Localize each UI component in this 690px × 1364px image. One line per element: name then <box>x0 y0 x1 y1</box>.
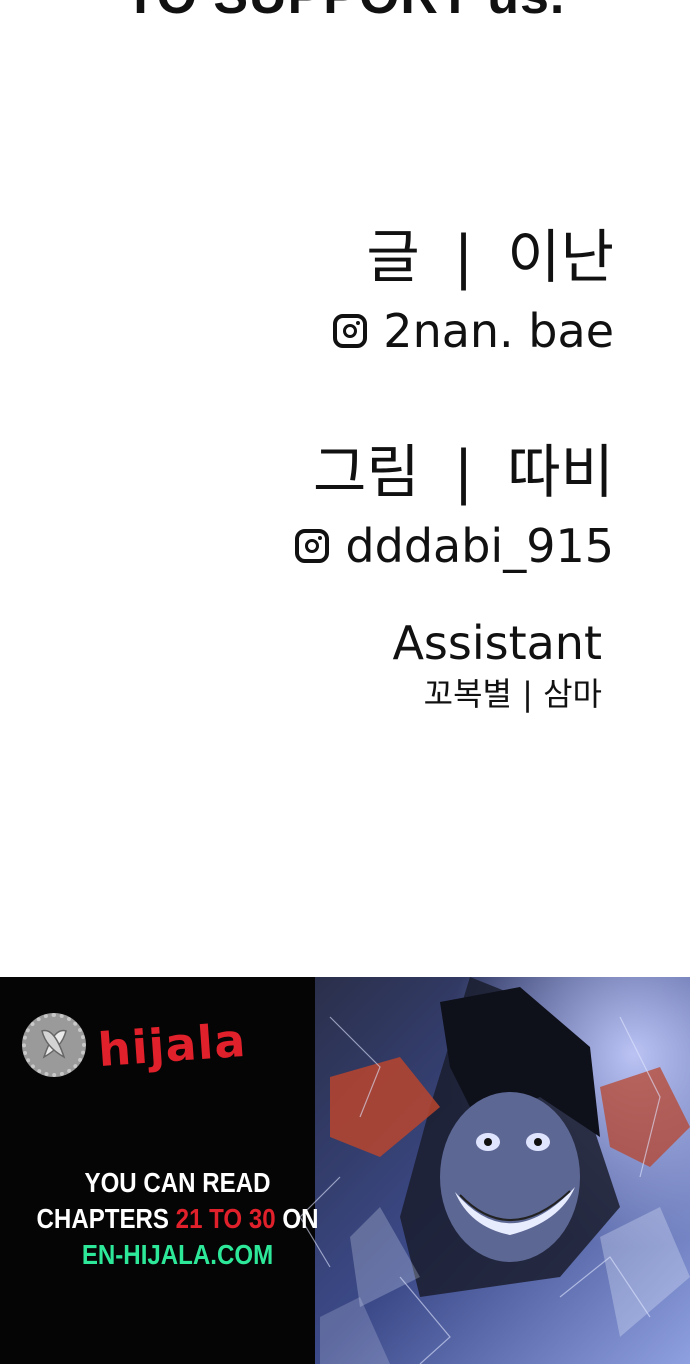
writer-instagram-handle[interactable]: 2nan. bae <box>383 308 614 354</box>
writer-name: 이난 <box>507 223 614 291</box>
instagram-icon <box>333 314 368 348</box>
promo-chapter-range: 21 TO 30 <box>175 1203 276 1234</box>
hijala-logo-text: hijala <box>96 1012 248 1078</box>
writer-role-label: 글 <box>366 223 420 291</box>
artist-role-label: 그림 <box>312 438 420 506</box>
artist-role-line: 그림 | 따비 <box>295 443 614 501</box>
artist-handle-line[interactable]: dddabi_915 <box>295 523 614 569</box>
hijala-logo-icon <box>22 1013 86 1077</box>
instagram-icon <box>295 529 330 563</box>
promo-line-1: YOU CAN READ <box>84 1167 271 1198</box>
assistant-title: Assistant <box>392 616 602 670</box>
promo-site-link[interactable]: EN-HIJALA.COM <box>25 1237 330 1273</box>
promo-banner[interactable]: hijala YOU CAN READ CHAPTERS 21 TO 30 ON… <box>0 977 690 1364</box>
promo-on-label: ON <box>282 1203 319 1234</box>
artist-name: 따비 <box>507 438 614 506</box>
assistant-credit: Assistant 꼬복별 | 삼마 <box>392 620 602 710</box>
writer-role-line: 글 | 이난 <box>333 228 614 286</box>
support-banner-text: TO SUPPORT us. <box>0 0 690 26</box>
artist-instagram-handle[interactable]: dddabi_915 <box>345 523 614 569</box>
promo-line-2: CHAPTERS 21 TO 30 ON <box>25 1201 330 1237</box>
writer-credit: 글 | 이난 2nan. bae <box>333 228 614 354</box>
assistant-names: 꼬복별 | 삼마 <box>423 675 602 713</box>
writer-handle-line[interactable]: 2nan. bae <box>333 308 614 354</box>
artist-separator: | <box>453 438 474 506</box>
writer-separator: | <box>453 223 474 291</box>
hijala-logo[interactable]: hijala <box>22 1012 248 1078</box>
artist-credit: 그림 | 따비 dddabi_915 <box>295 443 614 569</box>
promo-chapters-label: CHAPTERS <box>36 1203 169 1234</box>
